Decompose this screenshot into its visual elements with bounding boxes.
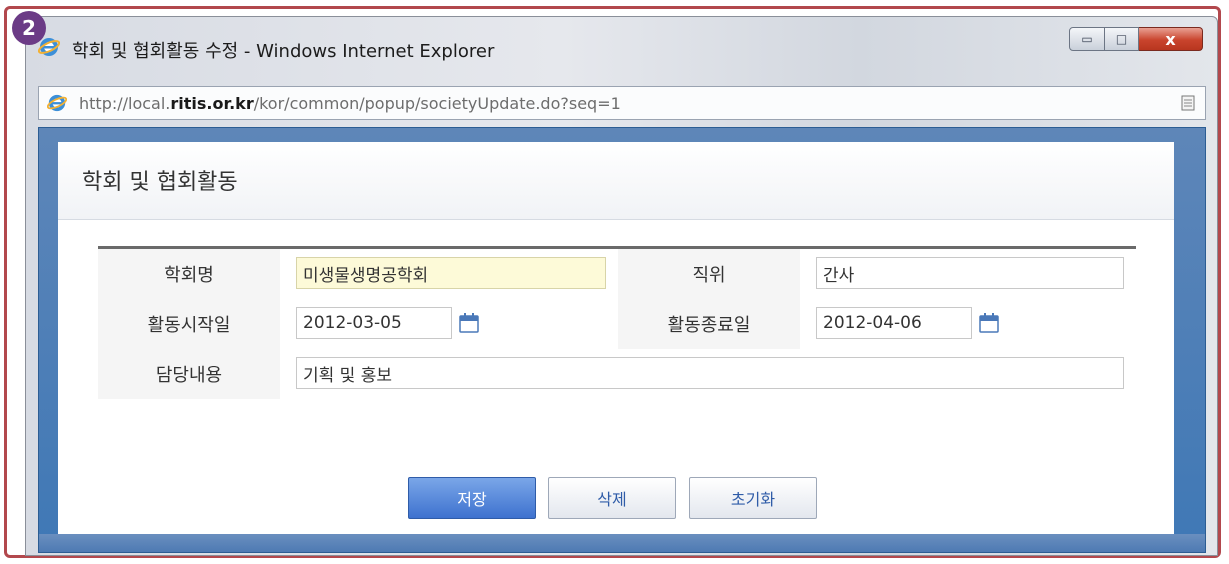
start-date-label: 활동시작일	[98, 299, 280, 349]
ie-icon	[47, 94, 67, 112]
description-input[interactable]: 기획 및 홍보	[296, 357, 1124, 389]
description-label: 담당내용	[98, 349, 280, 399]
end-date-input[interactable]: 2012-04-06	[816, 307, 972, 339]
ie-popup-window: 학회 및 협회활동 수정 - Windows Internet Explorer…	[25, 16, 1218, 556]
start-date-input[interactable]: 2012-03-05	[296, 307, 452, 339]
url-path: /kor/common/popup/societyUpdate.do?seq=1	[253, 94, 621, 113]
form-row: 담당내용 기획 및 홍보	[98, 349, 1136, 399]
frame-bottom-strip	[39, 534, 1205, 552]
url-domain: ritis.or.kr	[170, 94, 254, 113]
close-button[interactable]: x	[1139, 27, 1203, 51]
form-row: 학회명 미생물생명공학회 직위 간사	[98, 249, 1136, 299]
title-bar[interactable]: 학회 및 협회활동 수정 - Windows Internet Explorer…	[26, 17, 1217, 81]
content-frame: 학회 및 협회활동 학회명 미생물생명공학회 직위 간사 활동시작일 2012-…	[38, 127, 1206, 553]
position-input[interactable]: 간사	[816, 257, 1124, 289]
society-name-label: 학회명	[98, 249, 280, 299]
calendar-icon[interactable]	[978, 312, 1000, 334]
address-bar[interactable]: http://local.ritis.or.kr/kor/common/popu…	[38, 86, 1206, 120]
minimize-button[interactable]: ▭	[1069, 27, 1105, 51]
society-name-input[interactable]: 미생물생명공학회	[296, 257, 606, 289]
window-title: 학회 및 협회활동 수정 - Windows Internet Explorer	[72, 41, 495, 62]
position-label: 직위	[618, 249, 800, 299]
page-icon[interactable]	[1181, 95, 1195, 111]
maximize-button[interactable]: □	[1105, 27, 1139, 51]
delete-button[interactable]: 삭제	[548, 477, 676, 519]
end-date-label: 활동종료일	[618, 299, 800, 349]
dialog-header: 학회 및 협회활동	[58, 142, 1174, 220]
reset-button[interactable]: 초기화	[689, 477, 817, 519]
save-button[interactable]: 저장	[408, 477, 536, 519]
dialog-panel: 학회 및 협회활동 학회명 미생물생명공학회 직위 간사 활동시작일 2012-…	[58, 142, 1174, 535]
url-prefix: http://local.	[79, 94, 171, 113]
address-url: http://local.ritis.or.kr/kor/common/popu…	[79, 94, 621, 113]
caption-buttons: ▭ □ x	[1069, 27, 1203, 53]
dialog-title: 학회 및 협회활동	[82, 170, 238, 195]
calendar-icon[interactable]	[458, 312, 480, 334]
form-row: 활동시작일 2012-03-05 활동종료일 2012-04-06	[98, 299, 1136, 349]
society-form: 학회명 미생물생명공학회 직위 간사 활동시작일 2012-03-05 활동종료…	[98, 246, 1136, 403]
step-badge: 2	[12, 11, 46, 45]
